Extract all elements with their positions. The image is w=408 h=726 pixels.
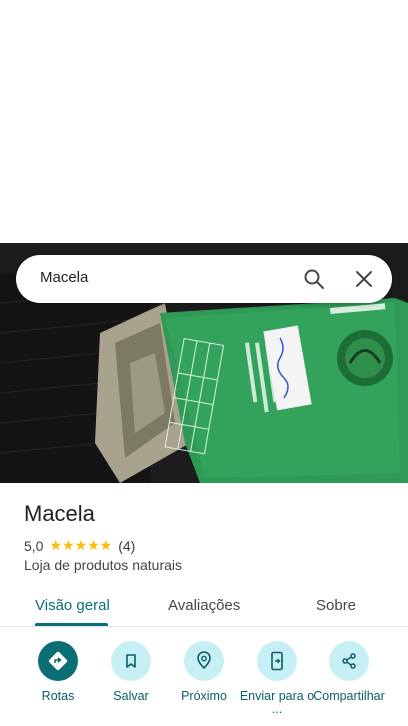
share-button[interactable]: Compartilhar [309,641,389,703]
directions-icon [38,641,78,681]
star-rating-icon: ★★★★★ [49,537,113,553]
place-category: Loja de produtos naturais [24,557,182,573]
map-area[interactable] [0,0,408,243]
place-details-sheet: Macela 5,0 ★★★★★ (4) Loja de produtos na… [0,483,408,726]
send-to-device-button[interactable]: Enviar para o ... [237,641,317,716]
save-label: Salvar [113,689,149,703]
nearby-icon [184,641,224,681]
tab-about[interactable]: Sobre [316,597,356,614]
close-icon[interactable] [352,267,376,291]
directions-label: Rotas [41,689,75,703]
nearby-button[interactable]: Próximo [164,641,244,703]
tab-bar: Visão geral Avaliações Sobre [0,591,408,627]
review-count[interactable]: (4) [118,538,135,554]
send-to-device-label: Enviar para o ... [239,689,315,716]
share-label: Compartilhar [313,689,385,703]
directions-button[interactable]: Rotas [18,641,98,703]
search-bar[interactable]: Macela [16,255,392,303]
search-input[interactable]: Macela [40,269,88,286]
tab-overview[interactable]: Visão geral [35,597,110,614]
place-title: Macela [24,501,95,526]
tab-reviews[interactable]: Avaliações [168,597,240,614]
nearby-label: Próximo [181,689,227,703]
action-buttons: Rotas Salvar Próximo Enviar para o ... C… [0,641,408,726]
rating-value: 5,0 [24,537,44,554]
active-tab-indicator [35,623,108,626]
bookmark-icon [111,641,151,681]
send-to-phone-icon [257,641,297,681]
save-button[interactable]: Salvar [91,641,171,703]
rating-row[interactable]: 5,0 ★★★★★ (4) [24,537,135,554]
share-icon [329,641,369,681]
search-icon[interactable] [302,267,326,291]
